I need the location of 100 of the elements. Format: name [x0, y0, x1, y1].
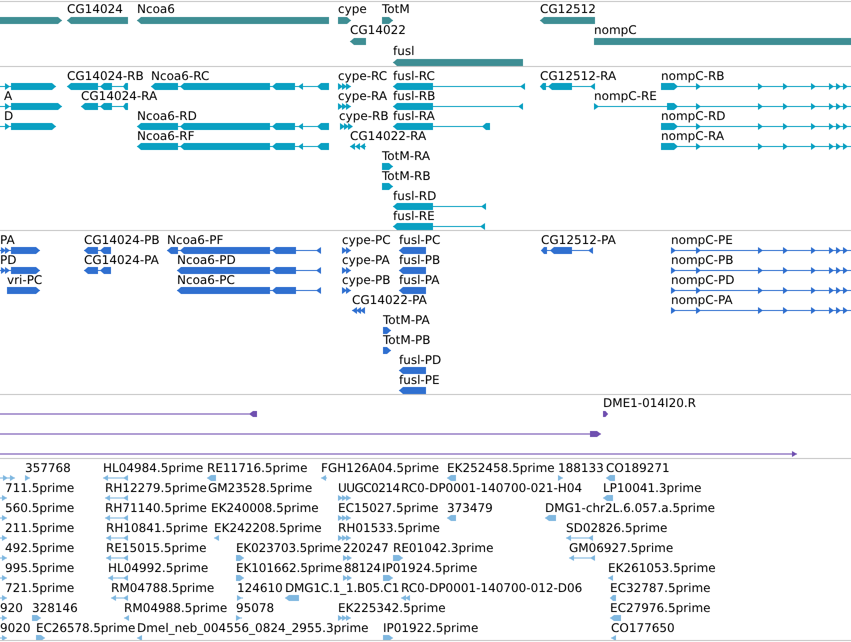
est-label: CO177650	[611, 622, 675, 634]
transcript-label: fusl-RC	[393, 70, 435, 82]
est-label: EK225342.5prime	[338, 602, 446, 614]
protein-label: CG14022-PA	[352, 294, 427, 306]
protein-label: TotM-PA	[383, 314, 430, 326]
protein-label: nompC-PD	[671, 274, 734, 286]
est-label: RE11716.5prime	[207, 462, 308, 474]
est-label: RH10841.5prime	[106, 522, 208, 534]
est-label: 95078	[236, 602, 274, 614]
protein-label: vri-PC	[7, 274, 42, 286]
transcript-label: Ncoa6-RF	[137, 130, 194, 142]
est-label: 492.5prime	[5, 542, 74, 554]
est-label: SD02826.5prime	[566, 522, 668, 534]
est-label: GM06927.5prime	[569, 542, 674, 554]
est-label: RH71140.5prime	[105, 502, 207, 514]
est-label: 920	[0, 602, 23, 614]
protein-label: PD	[0, 254, 16, 266]
protein-label: PA	[0, 234, 15, 246]
est-label: 124610	[237, 582, 283, 594]
est-label: RC0-DP0001-140700-021-H04	[401, 482, 582, 494]
est-label: DMG1C.1_1.B05.C1	[285, 582, 400, 594]
est-label: 995.5prime	[5, 562, 74, 574]
transcript-label: CG14024-RA	[81, 90, 158, 102]
protein-label: cype-PB	[342, 274, 390, 286]
est-label: LP10041.3prime	[603, 482, 702, 494]
protein-label: CG14024-PB	[84, 234, 160, 246]
gene-label: CG12512	[540, 2, 596, 16]
est-label: RE01042.3prime	[393, 542, 494, 554]
transcript-label: cype-RB	[339, 110, 389, 122]
est-label: EK023703.5prime	[236, 542, 342, 554]
gene-label: TotM	[382, 2, 410, 16]
transcript-label: nompC-RB	[661, 70, 725, 82]
transcript-label: CG14022-RA	[350, 130, 426, 142]
protein-label: nompC-PA	[671, 294, 733, 306]
transcript-label: CG14024-RB	[67, 70, 144, 82]
transcript-label: cype-RA	[338, 90, 388, 102]
est-label: FGH126A04.5prime	[321, 462, 440, 474]
gene-label: cype	[338, 2, 367, 16]
gene-label: nompC	[594, 24, 637, 36]
gene-label: fusl	[393, 44, 414, 58]
transcript-label: A	[4, 90, 12, 102]
est-label: EK261053.5prime	[608, 562, 716, 574]
protein-label: Ncoa6-PF	[167, 234, 224, 246]
protein-label: fusl-PD	[399, 354, 442, 366]
transcript-label: nompC-RE	[594, 90, 657, 102]
protein-label: fusl-PA	[399, 274, 440, 286]
est-label: 188133	[558, 462, 604, 474]
est-label: EC15027.5prime	[338, 502, 439, 514]
protein-label: CG14024-PA	[84, 254, 159, 266]
est-label: EC27976.5prime	[610, 602, 711, 614]
est-label: 357768	[25, 462, 71, 474]
transcript-label: fusl-RA	[393, 110, 435, 122]
est-label: HL04992.5prime	[108, 562, 208, 574]
est-label: 88124	[344, 562, 381, 574]
transcript-label: fusl-RD	[393, 190, 436, 202]
est-label: RH12279.5prime	[105, 482, 207, 494]
gene-label: CG14024	[67, 2, 123, 16]
est-label: 721.5prime	[5, 582, 74, 594]
est-label: IP01924.5prime	[382, 562, 478, 574]
est-label: EK240008.5prime	[211, 502, 319, 514]
est-label: 560.5prime	[5, 502, 74, 514]
est-label: Dmel_neb_004556_0824_2955.3prime	[137, 622, 369, 634]
transcript-label: Ncoa6-RD	[137, 110, 197, 122]
est-label: RC0-DP0001-140700-012-D06	[401, 582, 582, 594]
est-label: EC32787.5prime	[610, 582, 711, 594]
protein-label: Ncoa6-PD	[177, 254, 236, 266]
transcript-label: fusl-RE	[393, 210, 435, 222]
est-label: CO189271	[606, 462, 670, 474]
protein-label: Ncoa6-PC	[177, 274, 235, 286]
est-label: UUGC0214	[338, 482, 400, 494]
transcript-label: nompC-RD	[661, 110, 726, 122]
est-label: 373479	[447, 502, 493, 514]
gene-label: CG14022	[350, 24, 406, 36]
transcript-label: TotM-RB	[382, 170, 431, 182]
gene-label: Ncoa6	[137, 2, 175, 16]
est-label: HL04984.5prime	[103, 462, 204, 474]
est-label: RM04788.5prime	[111, 582, 214, 594]
protein-label: nompC-PE	[671, 234, 733, 246]
est-label: 220247	[343, 542, 389, 554]
est-label: RE15015.5prime	[106, 542, 206, 554]
est-label: EK101662.5prime	[236, 562, 342, 574]
est-label: RM04988.5prime	[124, 602, 228, 614]
protein-label: cype-PA	[342, 254, 390, 266]
protein-label: fusl-PB	[399, 254, 440, 266]
est-label: EK242208.5prime	[214, 522, 322, 534]
transcript-label: D	[4, 110, 14, 122]
transcript-label: TotM-RA	[382, 150, 430, 162]
protein-label: cype-PC	[342, 234, 391, 246]
match-label: DME1-014I20.R	[603, 396, 696, 410]
protein-label: TotM-PB	[383, 334, 430, 346]
transcript-label: Ncoa6-RC	[151, 70, 210, 82]
est-label: 328146	[32, 602, 78, 614]
est-label: RH01533.5prime	[338, 522, 440, 534]
est-label: GM23528.5prime	[208, 482, 312, 494]
est-label: 711.5prime	[5, 482, 74, 494]
est-label: EK252458.5prime	[447, 462, 555, 474]
transcript-label: fusl-RB	[393, 90, 436, 102]
protein-label: fusl-PE	[399, 374, 440, 386]
est-label: 211.5prime	[5, 522, 74, 534]
est-label: EC26578.5prime	[36, 622, 136, 634]
